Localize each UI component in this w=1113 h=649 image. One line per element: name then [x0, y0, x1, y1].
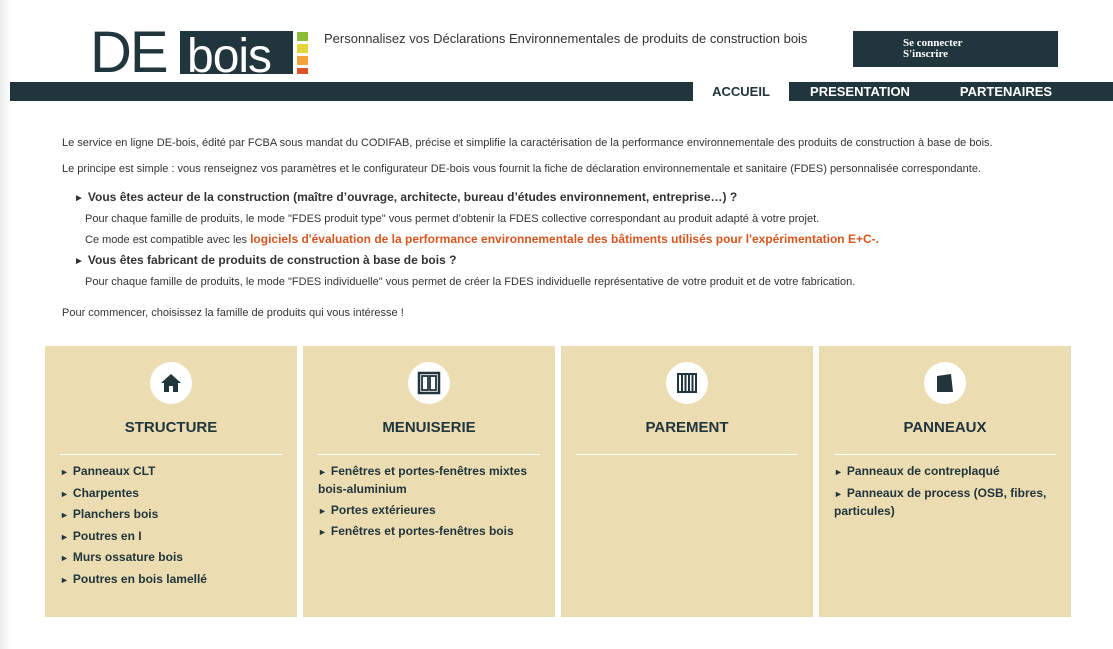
question-manufacturer-text: Vous êtes fabricant de produits de const… — [87, 253, 457, 267]
panel-icon — [937, 374, 953, 392]
product-label: Portes extérieures — [330, 502, 436, 517]
card-divider — [576, 454, 798, 455]
product-link[interactable]: ► Fenêtres et portes-fenêtres bois — [318, 523, 543, 541]
bullet-arrow-icon: ► — [318, 467, 327, 477]
product-link[interactable]: ► Portes extérieures — [318, 502, 543, 520]
card-parement[interactable]: PAREMENT — [561, 346, 813, 617]
question-construction-actor-text: Vous êtes acteur de la construction (maî… — [87, 190, 738, 204]
product-link[interactable]: ► Panneaux CLT — [60, 463, 285, 481]
card-menuiserie[interactable]: MENUISERIE ► Fenêtres et portes-fenêtres … — [303, 346, 555, 617]
card-panneaux[interactable]: PANNEAUX ► Panneaux de contreplaqué ► Pann… — [819, 346, 1071, 617]
product-label: Fenêtres et portes-fenêtres bois — [330, 524, 514, 538]
product-label: Panneaux CLT — [72, 464, 156, 478]
bullet-arrow-icon: ► — [74, 256, 84, 267]
logo-green-square — [297, 32, 308, 41]
card-title: STRUCTURE — [124, 419, 218, 436]
bullet-arrow-icon: ► — [60, 510, 69, 520]
card-structure[interactable]: STRUCTURE ► Panneaux CLT ► Charpentes ► Pla… — [45, 346, 297, 617]
intro-section: Le service en ligne DE-bois, édité par F… — [62, 136, 1102, 320]
bullet-arrow-icon: ► — [318, 527, 327, 537]
product-link[interactable]: ► Poutres en bois lamellé — [60, 571, 285, 589]
house-icon — [161, 374, 181, 392]
product-label: Panneaux de process (OSB, fibres, partic… — [834, 485, 1047, 518]
construction-actor-detail-1: Pour chaque famille de produits, le mode… — [85, 213, 820, 225]
product-label: Fenêtres et portes-fenêtres mixtes bois-… — [318, 464, 527, 496]
intro-paragraph-1: Le service en ligne DE-bois, édité par F… — [62, 137, 993, 149]
product-label: Poutres en bois lamellé — [72, 571, 207, 586]
left-edge-shadow — [0, 0, 10, 649]
compatible-prefix: Ce mode est compatible avec les — [85, 234, 251, 246]
logo-yellow-square — [297, 44, 308, 53]
product-link[interactable]: ► Panneaux de contreplaqué — [834, 463, 1059, 481]
card-title: MENUISERIE — [382, 419, 476, 436]
logo-bois-text: bois — [187, 30, 271, 76]
card-divider — [318, 454, 540, 455]
bullet-arrow-icon: ► — [60, 574, 69, 585]
bullet-arrow-icon: ► — [834, 488, 843, 499]
product-link[interactable]: ► Planchers bois — [60, 506, 285, 524]
product-label: Poutres en I — [72, 528, 142, 543]
cladding-icon — [677, 373, 697, 393]
product-label: Panneaux de contreplaqué — [846, 464, 1000, 478]
start-instruction: Pour commencer, choisissez la famille de… — [62, 307, 404, 319]
logo-de-text: DE — [90, 26, 167, 76]
account-box: Se connecter S'inscrire — [853, 31, 1058, 67]
product-label: Murs ossature bois — [72, 550, 183, 564]
card-title: PANNEAUX — [903, 419, 987, 436]
tab-accueil[interactable]: ACCUEIL — [693, 82, 789, 101]
bullet-arrow-icon: ► — [60, 488, 69, 499]
logo-orange-square — [297, 56, 308, 65]
card-title: PAREMENT — [645, 419, 729, 436]
page: DE bois Personnalisez vos Déclarations E… — [0, 0, 1113, 649]
icon-circle — [150, 362, 192, 404]
question-manufacturer: ► Vous êtes fabricant de produits de cons… — [74, 253, 1102, 269]
product-label: Planchers bois — [72, 507, 159, 521]
tab-presentation[interactable]: PRESENTATION — [806, 82, 914, 101]
card-product-list: ► Panneaux CLT ► Charpentes ► Planchers boi… — [60, 463, 285, 592]
product-link[interactable]: ► Poutres en I — [60, 528, 285, 546]
window-icon — [417, 371, 441, 395]
card-product-list: ► Fenêtres et portes-fenêtres mixtes bois… — [318, 463, 543, 545]
construction-actor-detail-2: Ce mode est compatible avec les logiciel… — [85, 232, 1102, 247]
product-link[interactable]: ► Panneaux de process (OSB, fibres, parti… — [834, 485, 1059, 520]
card-product-list: ► Panneaux de contreplaqué ► Panneaux de p… — [834, 463, 1059, 523]
logo-red-square — [297, 68, 308, 74]
icon-circle — [408, 362, 450, 404]
bullet-arrow-icon: ► — [834, 467, 843, 477]
manufacturer-detail: Pour chaque famille de produits, le mode… — [85, 276, 856, 288]
product-link[interactable]: ► Murs ossature bois — [60, 549, 285, 567]
main-navbar: ACCUEIL PRESENTATION PARTENAIRES — [10, 82, 1113, 101]
bullet-arrow-icon: ► — [60, 531, 69, 542]
product-link[interactable]: ► Charpentes — [60, 485, 285, 503]
debois-logo[interactable]: DE bois — [90, 26, 312, 76]
bullet-arrow-icon: ► — [60, 553, 69, 563]
bullet-arrow-icon: ► — [318, 505, 327, 516]
card-divider — [60, 454, 282, 455]
site-tagline: Personnalisez vos Déclarations Environne… — [324, 31, 808, 46]
question-construction-actor: ► Vous êtes acteur de la construction (ma… — [74, 190, 1102, 206]
icon-circle — [666, 362, 708, 404]
product-link[interactable]: ► Fenêtres et portes-fenêtres mixtes bois… — [318, 463, 543, 498]
bullet-arrow-icon: ► — [74, 193, 84, 204]
product-label: Charpentes — [72, 485, 139, 500]
evaluation-software-link[interactable]: logiciels d'évaluation de la performance… — [250, 232, 879, 246]
card-divider — [834, 454, 1056, 455]
icon-circle — [924, 362, 966, 404]
bullet-arrow-icon: ► — [60, 467, 69, 477]
tab-partenaires[interactable]: PARTENAIRES — [945, 82, 1067, 101]
register-link[interactable]: S'inscrire — [903, 49, 1058, 60]
intro-paragraph-2: Le principe est simple : vous renseignez… — [62, 163, 981, 175]
